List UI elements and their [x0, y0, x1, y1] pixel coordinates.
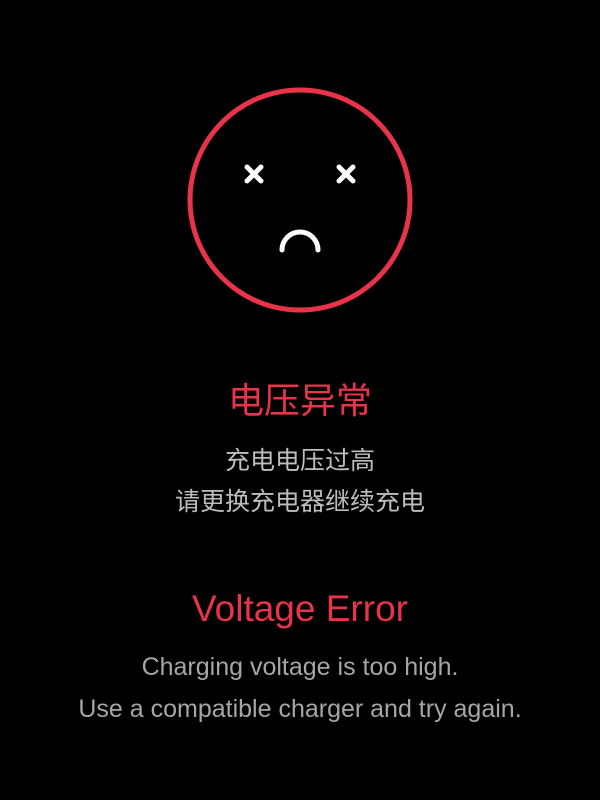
error-title-cn: 电压异常: [227, 381, 372, 422]
error-message-cn-line-1: 充电电压过高: [224, 446, 375, 475]
dead-face-icon: [186, 86, 414, 314]
error-message-en-line-2: Use a compatible charger and try again.: [78, 695, 522, 723]
frown-mouth: [279, 229, 321, 253]
voltage-error-screen: 电压异常 充电电压过高 请更换充电器继续充电 Voltage Error Cha…: [0, 0, 600, 800]
error-title-en: Voltage Error: [192, 588, 408, 629]
left-x-eye: [244, 164, 264, 184]
face-outline: [187, 87, 413, 313]
right-x-eye: [336, 164, 356, 184]
error-message-cn-line-2: 请更换充电器继续充电: [174, 487, 425, 516]
error-message-en-line-1: Charging voltage is too high.: [141, 653, 459, 681]
